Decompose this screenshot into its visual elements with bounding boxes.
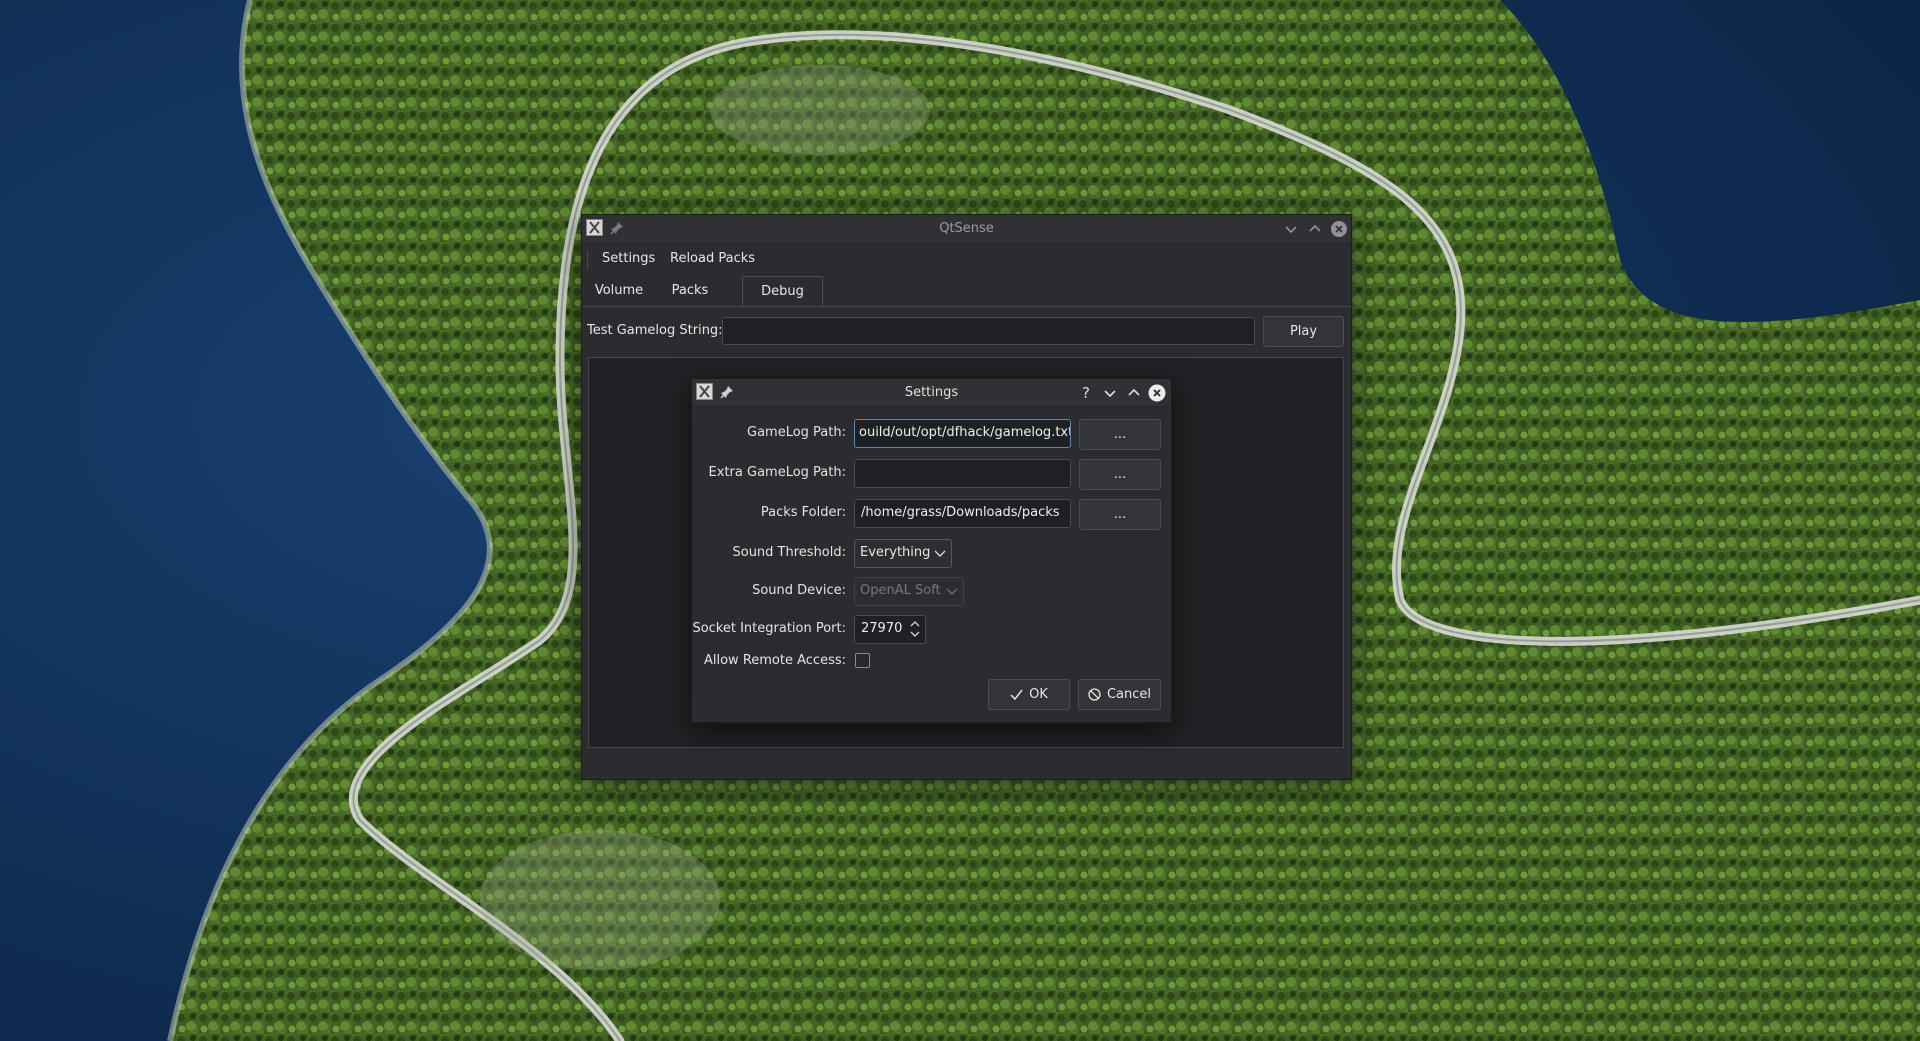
menu-settings[interactable]: Settings <box>602 251 655 266</box>
socket-port-spinbox[interactable]: 27970 <box>854 615 926 644</box>
gamelog-path-text: ouild/out/opt/dfhack/gamelog.txt <box>859 425 1071 440</box>
socket-port-value: 27970 <box>861 621 903 636</box>
packs-folder-input[interactable]: /home/grass/Downloads/packs <box>854 499 1071 528</box>
cancel-circle-icon <box>1088 688 1101 701</box>
sound-threshold-label: Sound Threshold: <box>732 545 846 560</box>
test-gamelog-label: Test Gamelog String: <box>587 323 723 338</box>
close-circle-icon[interactable] <box>1148 384 1166 402</box>
tab-volume[interactable]: Volume <box>584 276 654 306</box>
ok-button[interactable]: OK <box>988 679 1070 710</box>
chevron-down-icon <box>934 550 946 557</box>
chevron-up-icon[interactable] <box>1306 220 1324 238</box>
tab-divider <box>582 306 1351 307</box>
extra-gamelog-path-input[interactable] <box>854 459 1071 488</box>
settings-titlebar[interactable]: Settings ? <box>692 379 1171 407</box>
sound-device-select[interactable]: OpenAL Soft <box>854 577 964 606</box>
sound-threshold-select[interactable]: Everything <box>854 539 952 568</box>
gamelog-path-label: GameLog Path: <box>747 425 846 440</box>
main-window-titlebar[interactable]: QtSense <box>582 215 1351 244</box>
gamelog-path-input[interactable]: ouild/out/opt/dfhack/gamelog.txt <box>854 419 1071 448</box>
checkmark-icon <box>1010 689 1023 700</box>
close-circle-icon[interactable] <box>1330 220 1348 238</box>
tab-bar: Volume Packs Debug <box>582 276 1351 308</box>
allow-remote-checkbox[interactable] <box>855 653 870 668</box>
extra-gamelog-browse-button[interactable]: ... <box>1079 459 1161 490</box>
extra-gamelog-path-label: Extra GameLog Path: <box>708 465 846 480</box>
spin-arrows-icon[interactable] <box>908 618 922 640</box>
packs-folder-browse-button[interactable]: ... <box>1079 499 1161 530</box>
menu-handle <box>587 250 588 270</box>
help-button[interactable]: ? <box>1077 384 1095 402</box>
cancel-label: Cancel <box>1106 687 1152 702</box>
dialog-title: Settings <box>904 385 959 400</box>
tab-packs[interactable]: Packs <box>660 276 720 306</box>
chevron-up-icon[interactable] <box>1125 384 1143 402</box>
packs-folder-label: Packs Folder: <box>760 505 846 520</box>
tab-debug[interactable]: Debug <box>742 276 823 308</box>
settings-dialog: Settings ? GameLog Path: ouild/out/opt/d… <box>691 378 1172 723</box>
sound-device-value: OpenAL Soft <box>860 583 941 598</box>
sound-device-label: Sound Device: <box>752 583 846 598</box>
menu-bar: Settings Reload Packs <box>582 244 1351 274</box>
ok-label: OK <box>1029 687 1048 702</box>
socket-port-label: Socket Integration Port: <box>692 621 846 636</box>
window-title: QtSense <box>939 221 994 236</box>
sound-threshold-value: Everything <box>860 545 931 560</box>
cancel-button[interactable]: Cancel <box>1078 679 1161 710</box>
chevron-down-icon[interactable] <box>1282 220 1300 238</box>
chevron-down-icon <box>946 588 958 595</box>
chevron-down-icon[interactable] <box>1101 384 1119 402</box>
test-gamelog-input[interactable] <box>722 317 1255 345</box>
allow-remote-label: Allow Remote Access: <box>703 653 846 668</box>
play-button[interactable]: Play <box>1263 316 1344 347</box>
gamelog-browse-button[interactable]: ... <box>1079 419 1161 450</box>
menu-reload-packs[interactable]: Reload Packs <box>670 251 755 266</box>
